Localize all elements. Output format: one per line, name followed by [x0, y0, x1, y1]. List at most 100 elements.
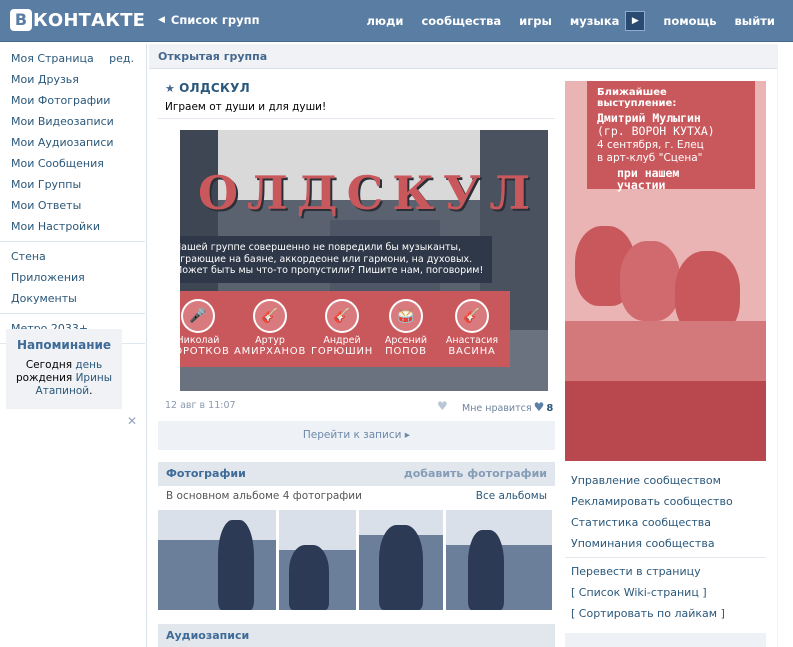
poster-line: 4 сентября, г. Елец — [597, 139, 704, 151]
nav-music[interactable]: музыка — [570, 14, 620, 28]
nav-help[interactable]: помощь — [663, 14, 716, 28]
guitar-icon: 🎸 — [455, 299, 489, 333]
poster-line: участии — [617, 178, 666, 192]
close-reminder-icon[interactable]: ✕ — [127, 414, 137, 428]
vk-logo[interactable]: В КОНТАКТЕ — [10, 8, 145, 32]
photos-title[interactable]: Фотографии — [166, 467, 246, 480]
drums-icon: 🥁 — [389, 299, 423, 333]
play-icon[interactable]: ▶ — [625, 11, 646, 31]
sort-by-likes-link[interactable]: [ Сортировать по лайкам ] — [571, 607, 725, 620]
member-5: 🎸 Анастасия ВАСИНА — [436, 291, 508, 367]
wall-post-image[interactable]: ОЛДСКУЛ Нашей группе совершенно не повре… — [180, 130, 548, 391]
group-avatar-poster[interactable]: Ближайшее выступление: Дмитрий Мулыгин (… — [565, 81, 766, 461]
sidebar-item-settings[interactable]: Мои Настройки — [0, 216, 146, 237]
community-mentions-link[interactable]: Упоминания сообщества — [571, 537, 715, 550]
sidebar-item-photos[interactable]: Мои Фотографии — [0, 90, 146, 111]
divider — [158, 118, 555, 119]
member-last-name: ПОПОВ — [385, 346, 427, 357]
right-block-header — [565, 633, 766, 647]
member-first-name: Николай — [180, 335, 220, 346]
all-albums-link[interactable]: Все альбомы — [476, 486, 547, 506]
sidebar-item-wall[interactable]: Стена — [0, 246, 146, 267]
member-first-name: Арсений — [384, 335, 428, 346]
member-3: 🎸 Андрей ГОРЮШИН — [306, 291, 378, 367]
photo-figure — [289, 545, 329, 610]
bass-guitar-icon: 🎸 — [325, 299, 359, 333]
reminder-title: Напоминание — [16, 338, 112, 352]
nav-people[interactable]: люди — [367, 14, 404, 28]
goto-post-button[interactable]: Перейти к записи ▸ — [158, 421, 555, 450]
sidebar-item-answers[interactable]: Мои Ответы — [0, 195, 146, 216]
sidebar-item-audio[interactable]: Мои Аудиозаписи — [0, 132, 146, 153]
photos-subheader: В основном альбоме 4 фотографии Все альб… — [158, 486, 555, 506]
sidebar-item-friends[interactable]: Мои Друзья — [0, 69, 146, 90]
member-last-name: ВАСИНА — [448, 346, 496, 357]
page-breadcrumb: Открытая группа — [149, 44, 778, 69]
vk-logo-text: КОНТАКТЕ — [33, 9, 146, 31]
top-header: В КОНТАКТЕ ◀ Список групп люди сообществ… — [0, 0, 793, 42]
member-last-name: ГОРЮШИН — [310, 346, 374, 357]
photo-figure — [218, 520, 254, 610]
sidebar-item-videos[interactable]: Мои Видеозаписи — [0, 111, 146, 132]
sidebar-divider — [0, 241, 145, 242]
back-arrow-icon: ◀ — [158, 15, 165, 25]
photo-thumbnail[interactable] — [158, 510, 276, 610]
divider — [565, 557, 766, 558]
reminder-text-part: рождения — [15, 372, 76, 384]
poster-line: Ближайшее выступление: — [597, 87, 677, 109]
poster-line: (гр. ВОРОН КУТХА) — [597, 124, 715, 138]
photo-thumbnail[interactable] — [359, 510, 443, 610]
photo-figure — [379, 525, 423, 610]
wiki-pages-link[interactable]: [ Список Wiki-страниц ] — [571, 586, 707, 599]
sidebar-item-groups[interactable]: Мои Группы — [0, 174, 146, 195]
sidebar-item-messages[interactable]: Мои Сообщения — [0, 153, 146, 174]
nav-logout[interactable]: выйти — [735, 14, 775, 28]
sidebar-divider — [0, 313, 145, 314]
photo-thumbnail[interactable] — [279, 510, 356, 610]
photo-light — [158, 510, 276, 540]
reminder-text-part: Сегодня — [25, 359, 76, 371]
post-date[interactable]: 12 авг в 11:07 — [165, 400, 236, 411]
manage-community-link[interactable]: Управление сообществом — [571, 474, 721, 487]
poster-announcement: Ближайшее выступление: Дмитрий Мулыгин (… — [587, 81, 755, 192]
poster-face — [620, 241, 680, 321]
nav-games[interactable]: игры — [519, 14, 552, 28]
edit-link[interactable]: ред. — [109, 48, 134, 69]
reminder-text: Сегодня день рождения Ирины Атапиной. — [6, 359, 122, 398]
guitar-icon: 🎸 — [253, 299, 287, 333]
band-members-strip: 🎤 Николай КОРОТКОВ 🎸 Артур АМИРХАНОВ 🎸 А… — [180, 291, 510, 367]
nav-communities[interactable]: сообщества — [421, 14, 501, 28]
photo-figure — [468, 530, 504, 610]
photo-thumbnail[interactable] — [446, 510, 552, 610]
sidebar-item-documents[interactable]: Документы — [0, 288, 146, 309]
back-to-groups-link[interactable]: ◀ Список групп — [158, 13, 260, 27]
poster-line: в арт-клуб "Сцена" — [597, 152, 703, 164]
like-button[interactable]: Мне нравится ♥ 8 — [462, 400, 553, 414]
sidebar-item-label: Моя Страница — [11, 52, 94, 65]
member-first-name: Анастасия — [445, 335, 499, 346]
post-image-caption: Нашей группе совершенно не повредили бы … — [180, 236, 492, 283]
star-icon: ★ — [165, 82, 176, 95]
sidebar-item-my-page[interactable]: Моя Страница ред. — [0, 48, 146, 69]
sidebar-item-apps[interactable]: Приложения — [0, 267, 146, 288]
vk-logo-box: В — [10, 9, 32, 31]
member-last-name: КОРОТКОВ — [180, 346, 230, 357]
member-last-name: АМИРХАНОВ — [234, 346, 307, 357]
advertise-community-link[interactable]: Рекламировать сообщество — [571, 495, 733, 508]
heart-icon: ♥ — [533, 400, 545, 414]
poster-shadow — [565, 321, 766, 381]
convert-to-page-link[interactable]: Перевести в страницу — [571, 565, 701, 578]
photos-header: Фотографии добавить фотографии — [158, 462, 555, 486]
like-label: Мне нравится — [462, 403, 532, 414]
add-photos-link[interactable]: добавить фотографии — [404, 462, 547, 486]
top-nav: люди сообщества игры музыка ▶ помощь вый… — [349, 0, 775, 42]
like-count: 8 — [546, 403, 554, 414]
photo-light — [279, 510, 356, 550]
member-first-name: Артур — [255, 335, 285, 346]
community-stats-link[interactable]: Статистика сообщества — [571, 516, 711, 529]
reminder-birthday-link[interactable]: день — [75, 359, 102, 371]
heart-icon[interactable]: ♥ — [437, 399, 448, 413]
member-first-name: Андрей — [323, 335, 361, 346]
audio-header[interactable]: Аудиозаписи — [158, 624, 555, 647]
reminder-text-part: . — [89, 385, 93, 397]
